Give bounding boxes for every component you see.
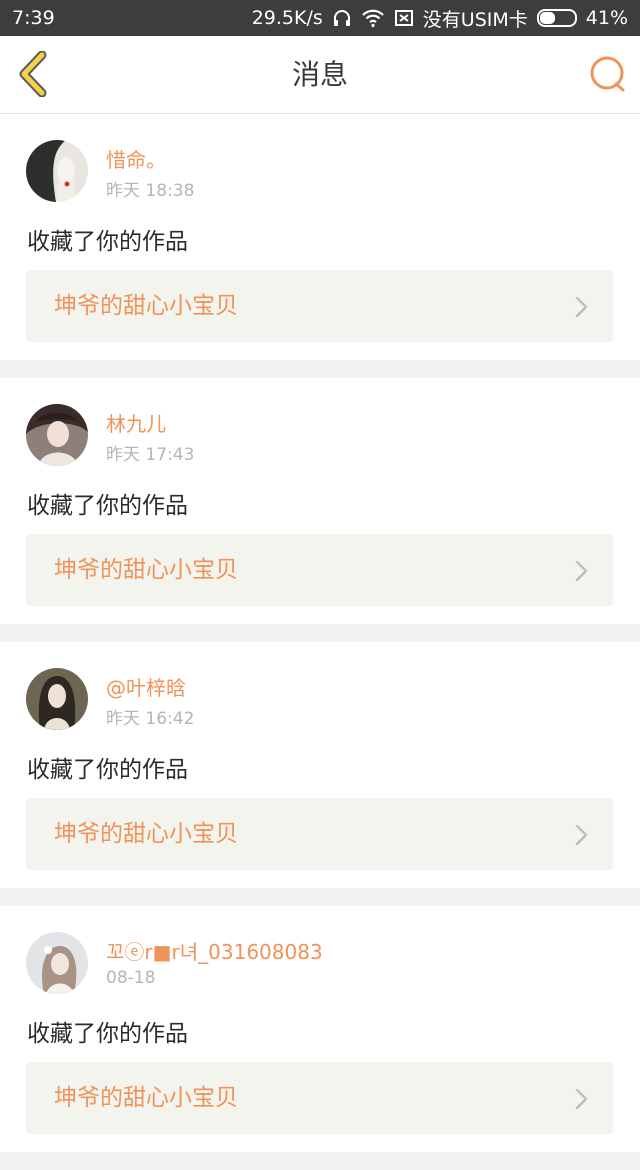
chevron-right-icon [575, 824, 588, 846]
username[interactable]: @叶梓晗 [106, 672, 186, 701]
message-action: 收藏了你的作品 [27, 229, 188, 255]
search-icon[interactable] [586, 53, 628, 95]
message-list: 惜命。 昨天 18:38 收藏了你的作品 坤爷的甜心小宝贝 林九儿 昨天 17:… [0, 114, 640, 1170]
work-title: 坤爷的甜心小宝贝 [54, 1085, 238, 1111]
battery-percent: 41% [585, 7, 628, 29]
chevron-right-icon [575, 560, 588, 582]
username[interactable]: 꼬ⓔr■r녀_031608083 [106, 936, 323, 965]
username[interactable]: 林九儿 [106, 408, 166, 437]
status-bar: 7:39 29.5K/s 没有USIM卡 41% [0, 0, 640, 36]
work-link[interactable]: 坤爷的甜心小宝贝 [26, 798, 613, 870]
sim-status-text: 没有USIM卡 [422, 8, 528, 31]
message-card: @叶梓晗 昨天 16:42 收藏了你的作品 坤爷的甜心小宝贝 [0, 642, 640, 888]
status-time: 7:39 [12, 7, 55, 29]
message-time: 08-18 [106, 968, 156, 988]
nav-bar: 消息 [0, 36, 640, 114]
message-time: 昨天 18:38 [106, 181, 195, 201]
wifi-icon [362, 9, 384, 28]
message-action: 收藏了你的作品 [27, 493, 188, 519]
work-link[interactable]: 坤爷的甜心小宝贝 [26, 1062, 613, 1134]
username[interactable]: 惜命。 [106, 144, 166, 173]
message-action: 收藏了你的作品 [27, 1021, 188, 1047]
chevron-right-icon [575, 296, 588, 318]
avatar[interactable] [26, 668, 88, 730]
no-sim-icon [394, 10, 413, 26]
message-card: 꼬ⓔr■r녀_031608083 08-18 收藏了你的作品 坤爷的甜心小宝贝 [0, 906, 640, 1152]
message-time: 昨天 17:43 [106, 445, 195, 465]
message-card: 惜命。 昨天 18:38 收藏了你的作品 坤爷的甜心小宝贝 [0, 114, 640, 360]
work-title: 坤爷的甜心小宝贝 [54, 821, 238, 847]
work-link[interactable]: 坤爷的甜心小宝贝 [26, 270, 613, 342]
status-indicators: 29.5K/s 没有USIM卡 41% [252, 5, 628, 32]
message-card: 林九儿 昨天 17:43 收藏了你的作品 坤爷的甜心小宝贝 [0, 378, 640, 624]
work-title: 坤爷的甜心小宝贝 [54, 557, 238, 583]
work-link[interactable]: 坤爷的甜心小宝贝 [26, 534, 613, 606]
battery-level-fill [539, 12, 555, 24]
message-action: 收藏了你的作品 [27, 757, 188, 783]
headset-icon [333, 10, 350, 26]
avatar[interactable] [26, 932, 88, 994]
avatar[interactable] [26, 140, 88, 202]
work-title: 坤爷的甜心小宝贝 [54, 293, 238, 319]
chevron-right-icon [575, 1088, 588, 1110]
battery-icon [536, 9, 577, 27]
message-time: 昨天 16:42 [106, 709, 195, 729]
page-title: 消息 [291, 58, 348, 91]
network-speed: 29.5K/s [251, 7, 323, 29]
avatar[interactable] [26, 404, 88, 466]
